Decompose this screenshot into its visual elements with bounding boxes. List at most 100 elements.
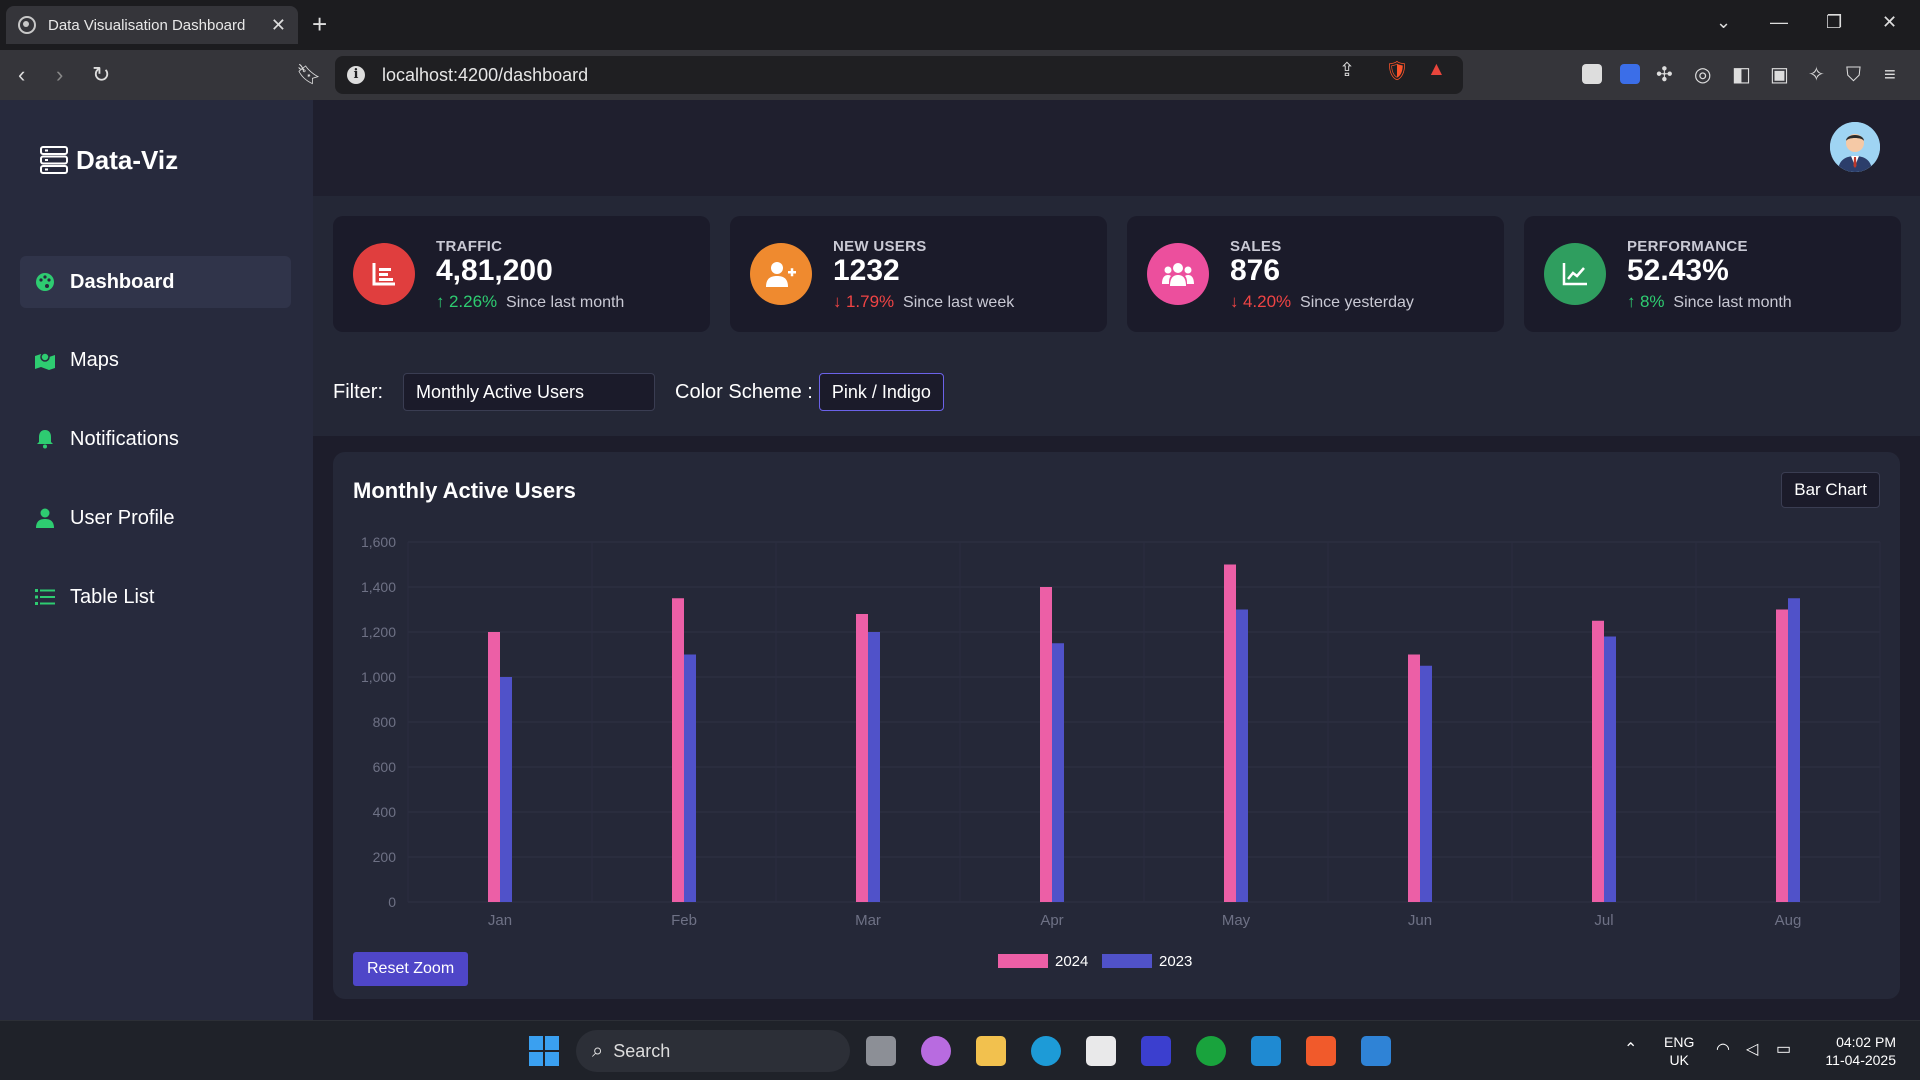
photos-icon[interactable] — [1361, 1036, 1391, 1066]
stat-label: SALES — [1230, 238, 1282, 255]
y-tick-label: 800 — [373, 714, 397, 730]
bar-2023-aug[interactable] — [1788, 598, 1800, 902]
sidebar-item-table-list[interactable]: Table List — [20, 571, 291, 623]
stat-card-performance: PERFORMANCE 52.43% ↑ 8% Since last month — [1524, 216, 1901, 332]
taskbar-search[interactable]: ⌕ Search — [576, 1030, 850, 1072]
bar-2024-aug[interactable] — [1776, 609, 1788, 903]
sidebar-item-label: Table List — [70, 585, 155, 608]
copilot-icon[interactable] — [921, 1036, 951, 1066]
extension-icon[interactable] — [1582, 64, 1602, 84]
language-indicator[interactable]: ENG UK — [1664, 1033, 1694, 1069]
clock[interactable]: 04:02 PM 11-04-2025 — [1816, 1033, 1896, 1069]
legend-label[interactable]: 2024 — [1055, 953, 1088, 970]
sidebar-toggle-icon[interactable]: ◧ — [1732, 62, 1751, 88]
language-code: ENG — [1664, 1034, 1695, 1050]
sidebar-item-user-profile[interactable]: User Profile — [20, 492, 291, 544]
xbox-icon[interactable] — [1196, 1036, 1226, 1066]
chart-panel: 0 200 400 600 800 1,000 1,200 1,400 1,600 Jan Feb M… — [333, 452, 1900, 999]
filter-select[interactable]: Monthly Active Users — [403, 373, 655, 411]
bar-2024-jul[interactable] — [1592, 620, 1604, 902]
vscode-icon[interactable] — [1251, 1036, 1281, 1066]
list-icon — [34, 586, 56, 608]
close-tab-icon[interactable]: ✕ — [271, 15, 286, 36]
color-scheme-select[interactable]: Pink / Indigo — [818, 373, 944, 411]
bar-2023-feb[interactable] — [684, 654, 696, 903]
chevron-up-icon[interactable]: ⌃ — [1624, 1041, 1637, 1059]
reload-icon[interactable]: ↻ — [92, 62, 110, 88]
bar-2023-jul[interactable] — [1604, 636, 1616, 903]
y-tick-label: 1,600 — [361, 534, 396, 550]
palette-icon — [34, 271, 56, 293]
back-icon[interactable]: ‹ — [18, 62, 25, 88]
bar-2024-jun[interactable] — [1408, 654, 1420, 903]
wallet-icon[interactable]: ▣ — [1770, 62, 1789, 88]
volume-icon[interactable]: ◁ — [1746, 1041, 1758, 1059]
bar-2023-mar[interactable] — [868, 632, 880, 902]
stat-card-sales: SALES 876 ↓ 4.20% Since yesterday — [1127, 216, 1504, 332]
file-explorer-icon[interactable] — [976, 1036, 1006, 1066]
legend-swatch-2024[interactable] — [998, 954, 1048, 968]
share-icon[interactable]: ⇪ — [1339, 59, 1355, 82]
globe-icon — [18, 16, 36, 34]
y-tick-label: 400 — [373, 804, 397, 820]
site-info-icon[interactable]: i — [347, 66, 365, 84]
vpn-icon[interactable]: ⛉ — [1846, 62, 1861, 88]
bar-2024-may[interactable] — [1224, 564, 1236, 903]
x-tick-label: Feb — [671, 912, 697, 929]
sidebar-item-maps[interactable]: Maps — [20, 334, 291, 386]
bar-chart[interactable]: 0 200 400 600 800 1,000 1,200 1,400 1,600 Jan Feb M… — [333, 452, 1900, 999]
edge-icon[interactable] — [1031, 1036, 1061, 1066]
bar-2023-may[interactable] — [1236, 609, 1248, 903]
reset-zoom-button[interactable]: Reset Zoom — [353, 952, 469, 986]
forward-icon[interactable]: › — [56, 62, 63, 88]
bar-2024-feb[interactable] — [672, 598, 684, 902]
trend-arrow: ↑ — [436, 292, 445, 311]
legend-swatch-2023[interactable] — [1102, 954, 1152, 968]
sidebar-item-dashboard[interactable]: Dashboard — [20, 256, 291, 308]
brave-rewards-icon[interactable]: ▲ — [1427, 59, 1446, 81]
store-icon[interactable] — [1086, 1036, 1116, 1066]
y-tick-label: 200 — [373, 849, 397, 865]
avatar[interactable] — [1830, 122, 1880, 172]
brave-icon[interactable] — [1306, 1036, 1336, 1066]
bar-2024-jan[interactable] — [488, 632, 500, 902]
tab-search-icon[interactable]: ⌄ — [1716, 12, 1731, 33]
bar-chart-icon — [353, 243, 415, 305]
puzzle-icon[interactable]: ✣ — [1656, 62, 1673, 88]
bell-icon — [34, 428, 56, 450]
extension-icon[interactable] — [1620, 64, 1640, 84]
bar-2024-apr[interactable] — [1040, 587, 1052, 902]
x-tick-label: Mar — [855, 912, 881, 929]
bar-2023-jun[interactable] — [1420, 665, 1432, 902]
restore-button[interactable]: ❐ — [1826, 12, 1842, 33]
battery-icon[interactable]: ▭ — [1776, 1041, 1791, 1059]
task-view-icon[interactable] — [866, 1036, 896, 1066]
sidebar-item-notifications[interactable]: Notifications — [20, 413, 291, 465]
stat-card-traffic: TRAFFIC 4,81,200 ↑ 2.26% Since last mont… — [333, 216, 710, 332]
wifi-icon[interactable]: ◠ — [1716, 1041, 1730, 1059]
windows-start-icon[interactable] — [529, 1036, 559, 1066]
ai-icon[interactable]: ✧ — [1808, 62, 1825, 88]
filter-row: Filter: Monthly Active Users Color Schem… — [333, 372, 944, 412]
bookmark-icon[interactable]: 🔖︎ — [296, 62, 321, 88]
brave-shields-icon[interactable]: 🛡︎ — [1385, 59, 1409, 83]
legend-label[interactable]: 2023 — [1159, 953, 1192, 970]
minimize-button[interactable]: — — [1770, 12, 1788, 33]
app-icon[interactable] — [1141, 1036, 1171, 1066]
stat-change-value: 8% — [1639, 292, 1665, 311]
browser-tab[interactable]: Data Visualisation Dashboard ✕ — [6, 6, 298, 44]
bar-2024-mar[interactable] — [856, 614, 868, 902]
leo-icon[interactable]: ◎ — [1694, 62, 1711, 88]
close-window-button[interactable]: ✕ — [1882, 12, 1897, 33]
bar-2023-jan[interactable] — [500, 677, 512, 902]
brand[interactable]: Data-Viz — [38, 144, 178, 176]
sidebar: Data-Viz Dashboard Maps Notifications Us… — [0, 100, 313, 1020]
chart-type-select[interactable]: Bar Chart — [1781, 472, 1880, 508]
sidebar-item-label: Dashboard — [70, 270, 175, 293]
url-text[interactable]: localhost:4200/dashboard — [382, 65, 1463, 86]
address-bar[interactable]: i localhost:4200/dashboard — [335, 56, 1463, 94]
menu-icon[interactable]: ≡ — [1884, 62, 1896, 88]
search-icon: ⌕ — [592, 1039, 604, 1062]
bar-2023-apr[interactable] — [1052, 643, 1064, 902]
new-tab-button[interactable]: + — [312, 10, 327, 38]
